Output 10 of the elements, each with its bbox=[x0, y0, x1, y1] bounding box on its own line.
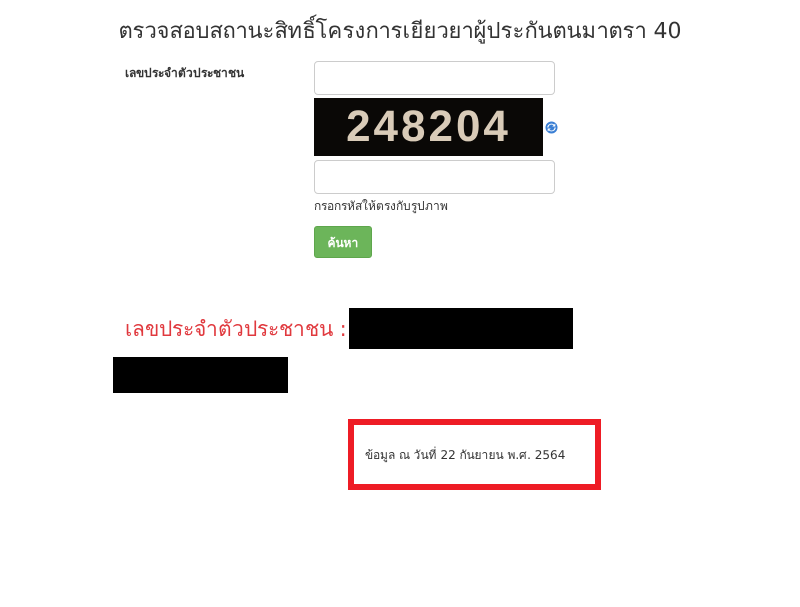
captcha-image: 248204 bbox=[314, 98, 543, 156]
id-result-label: เลขประจำตัวประชาชน : bbox=[125, 316, 347, 343]
refresh-icon[interactable] bbox=[545, 121, 558, 134]
page-title: ตรวจสอบสถานะสิทธิ์โครงการเยียวยาผู้ประกันตนมาตรา 40 bbox=[0, 0, 800, 47]
captcha-input-field[interactable] bbox=[314, 160, 555, 194]
data-date-note: ข้อมูล ณ วันที่ 22 กันยายน พ.ศ. 2564 bbox=[365, 446, 566, 464]
id-label: เลขประจำตัวประชาชน bbox=[125, 65, 246, 82]
id-input-field[interactable] bbox=[314, 61, 555, 95]
search-button[interactable]: ค้นหา bbox=[314, 226, 372, 258]
captcha-hint: กรอกรหัสให้ตรงกับรูปภาพ bbox=[314, 198, 449, 215]
